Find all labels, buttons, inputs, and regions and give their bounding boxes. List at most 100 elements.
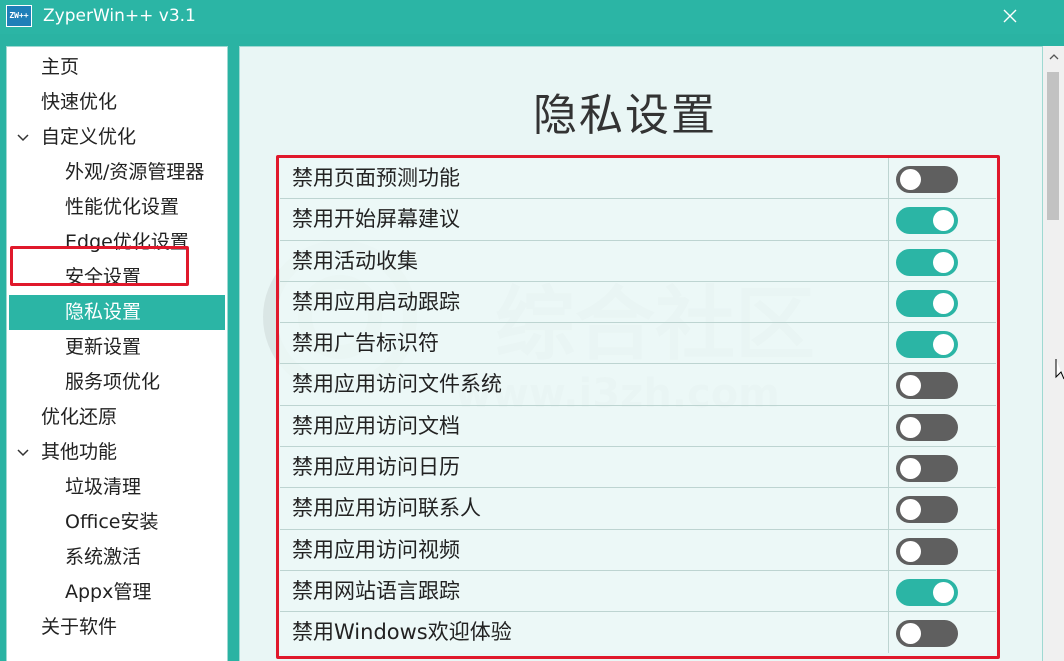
toggle-knob bbox=[900, 375, 921, 397]
row-divider bbox=[888, 199, 889, 240]
toggle-knob bbox=[933, 581, 954, 603]
toggle-switch[interactable] bbox=[896, 496, 958, 524]
toggle-knob bbox=[933, 292, 954, 314]
row-divider bbox=[888, 570, 889, 612]
setting-row: 禁用应用访问文件系统 bbox=[280, 363, 996, 405]
chevron-down-icon[interactable] bbox=[15, 435, 31, 470]
row-divider bbox=[888, 281, 889, 323]
row-divider bbox=[888, 323, 889, 364]
setting-row: 禁用页面预测功能 bbox=[280, 157, 996, 199]
setting-label: 禁用广告标识符 bbox=[292, 331, 439, 356]
sidebar-item-label: 自定义优化 bbox=[41, 126, 137, 148]
window-title: ZyperWin++ v3.1 bbox=[43, 6, 196, 26]
sidebar-item-1[interactable]: 快速优化 bbox=[41, 85, 117, 120]
toggle-knob bbox=[900, 623, 921, 645]
toggle-switch[interactable] bbox=[896, 372, 958, 400]
toggle-knob bbox=[900, 169, 921, 190]
sidebar-item-11[interactable]: 其他功能 bbox=[17, 435, 118, 470]
title-bar: ZW++ ZyperWin++ v3.1 bbox=[0, 0, 1064, 34]
sidebar-item-label: 隐私设置 bbox=[65, 301, 142, 323]
toggle-knob bbox=[933, 251, 954, 273]
row-divider bbox=[888, 447, 889, 488]
setting-label: 禁用应用启动跟踪 bbox=[292, 289, 460, 314]
sidebar-item-9[interactable]: 服务项优化 bbox=[65, 365, 160, 400]
row-divider bbox=[888, 529, 889, 570]
sidebar-item-label: 性能优化设置 bbox=[65, 196, 180, 218]
sidebar-item-label: 安全设置 bbox=[65, 266, 142, 288]
setting-row: 禁用应用启动跟踪 bbox=[280, 280, 996, 323]
sidebar-item-label: Office安装 bbox=[65, 511, 159, 533]
toggle-switch[interactable] bbox=[896, 455, 958, 483]
sidebar-item-label: 服务项优化 bbox=[65, 371, 161, 393]
sidebar-item-15[interactable]: Appx管理 bbox=[65, 575, 151, 610]
toggle-switch[interactable] bbox=[896, 248, 958, 276]
sidebar-item-label: 其他功能 bbox=[41, 441, 118, 463]
sidebar-item-13[interactable]: Office安装 bbox=[65, 505, 158, 540]
chevron-up-icon bbox=[1049, 54, 1058, 60]
sidebar-item-8[interactable]: 更新设置 bbox=[65, 330, 141, 365]
app-logo-icon: ZW++ bbox=[6, 5, 32, 27]
sidebar-item-3[interactable]: 外观/资源管理器 bbox=[65, 155, 204, 190]
sidebar-nav: 主页快速优化自定义优化外观/资源管理器性能优化设置 Edge优化设置 安全设置隐私设… bbox=[6, 46, 228, 661]
sidebar-item-0[interactable]: 主页 bbox=[41, 50, 79, 85]
settings-list: 禁用页面预测功能 禁用开始屏幕建议 禁用活动收集 禁用应用启动跟踪 禁用广告标识符 禁用应… bbox=[280, 157, 996, 653]
sidebar-item-4[interactable]: 性能优化设置 bbox=[65, 190, 179, 225]
toggle-knob bbox=[933, 210, 954, 232]
toggle-switch[interactable] bbox=[896, 166, 958, 193]
sidebar-item-10[interactable]: 优化还原 bbox=[41, 400, 117, 435]
setting-row: 禁用活动收集 bbox=[280, 239, 996, 281]
sidebar-item-label: 更新设置 bbox=[65, 336, 142, 358]
setting-row: 禁用开始屏幕建议 bbox=[280, 198, 996, 240]
toggle-knob bbox=[900, 416, 921, 438]
toggle-switch[interactable] bbox=[896, 289, 958, 317]
setting-label: 禁用应用访问文档 bbox=[292, 413, 460, 438]
sidebar-item-label: Edge优化设置 bbox=[65, 231, 189, 253]
close-button[interactable] bbox=[996, 4, 1024, 30]
toggle-knob bbox=[933, 334, 954, 356]
row-divider bbox=[888, 240, 889, 281]
scroll-up-button[interactable] bbox=[1043, 46, 1064, 68]
sidebar-item-6[interactable]: 安全设置 bbox=[65, 260, 141, 295]
sidebar-item-2[interactable]: 自定义优化 bbox=[17, 120, 137, 155]
sidebar-item-14[interactable]: 系统激活 bbox=[65, 540, 141, 575]
toggle-switch[interactable] bbox=[896, 331, 958, 359]
sidebar-item-label: 快速优化 bbox=[41, 91, 118, 113]
chevron-down-icon[interactable] bbox=[15, 120, 31, 155]
setting-label: 禁用网站语言跟踪 bbox=[292, 578, 460, 603]
sidebar-item-7[interactable]: 隐私设置 bbox=[9, 295, 225, 330]
row-divider bbox=[888, 405, 889, 447]
setting-label: 禁用页面预测功能 bbox=[292, 166, 460, 190]
setting-label: 禁用应用访问日历 bbox=[292, 455, 460, 480]
toggle-switch[interactable] bbox=[896, 413, 958, 441]
sidebar-item-12[interactable]: 垃圾清理 bbox=[65, 470, 141, 505]
page-title: 隐私设置 bbox=[533, 90, 717, 141]
setting-row: 禁用应用访问日历 bbox=[280, 446, 996, 488]
setting-row: 禁用应用访问联系人 bbox=[280, 487, 996, 529]
sidebar-item-5[interactable]: Edge优化设置 bbox=[65, 225, 189, 260]
toggle-switch[interactable] bbox=[896, 620, 958, 648]
toggle-switch[interactable] bbox=[896, 578, 958, 606]
toggle-knob bbox=[900, 499, 921, 521]
sidebar-item-16[interactable]: 关于软件 bbox=[41, 610, 117, 645]
close-icon bbox=[1003, 9, 1017, 23]
setting-label: 禁用Windows欢迎体验 bbox=[292, 620, 512, 645]
setting-row: 禁用Windows欢迎体验 bbox=[280, 611, 996, 653]
setting-row: 禁用应用访问文档 bbox=[280, 404, 996, 447]
toggle-knob bbox=[900, 540, 921, 562]
scroll-thumb[interactable] bbox=[1047, 72, 1059, 220]
row-divider bbox=[888, 488, 889, 529]
sidebar-item-label: 系统激活 bbox=[65, 546, 142, 568]
toggle-switch[interactable] bbox=[896, 537, 958, 565]
toggle-switch[interactable] bbox=[896, 207, 958, 235]
sidebar-item-label: Appx管理 bbox=[65, 581, 152, 603]
sidebar-item-label: 主页 bbox=[41, 56, 80, 78]
setting-label: 禁用应用访问视频 bbox=[292, 537, 460, 562]
row-divider bbox=[888, 158, 889, 199]
sidebar-item-label: 关于软件 bbox=[41, 616, 118, 638]
row-divider bbox=[888, 364, 889, 405]
sidebar-item-label: 优化还原 bbox=[41, 406, 118, 428]
toggle-knob bbox=[900, 458, 921, 480]
setting-row: 禁用网站语言跟踪 bbox=[280, 569, 996, 612]
setting-row: 禁用应用访问视频 bbox=[280, 528, 996, 570]
vertical-scrollbar[interactable] bbox=[1043, 46, 1064, 661]
